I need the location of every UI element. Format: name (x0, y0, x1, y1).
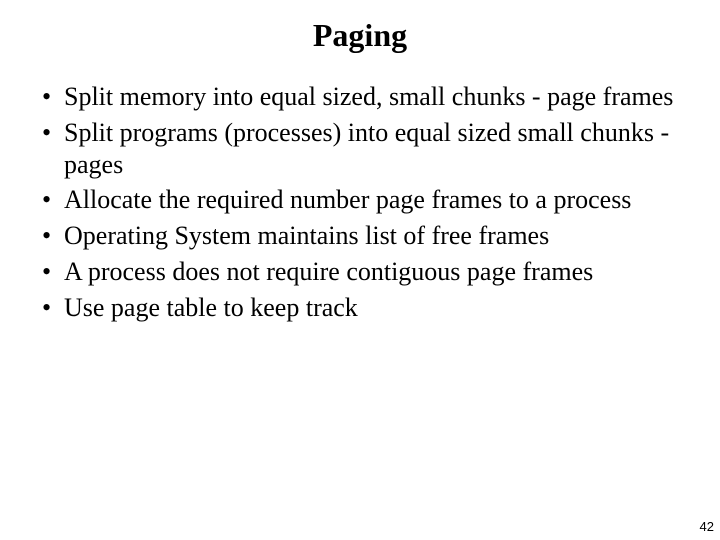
slide-title: Paging (0, 0, 720, 53)
list-item: Split programs (processes) into equal si… (30, 117, 690, 180)
page-number: 42 (700, 519, 714, 534)
slide: Paging Split memory into equal sized, sm… (0, 0, 720, 540)
bullet-list: Split memory into equal sized, small chu… (30, 81, 690, 323)
slide-body: Split memory into equal sized, small chu… (0, 53, 720, 323)
list-item: Allocate the required number page frames… (30, 184, 690, 216)
list-item: Operating System maintains list of free … (30, 220, 690, 252)
list-item: Use page table to keep track (30, 292, 690, 324)
list-item: Split memory into equal sized, small chu… (30, 81, 690, 113)
list-item: A process does not require contiguous pa… (30, 256, 690, 288)
